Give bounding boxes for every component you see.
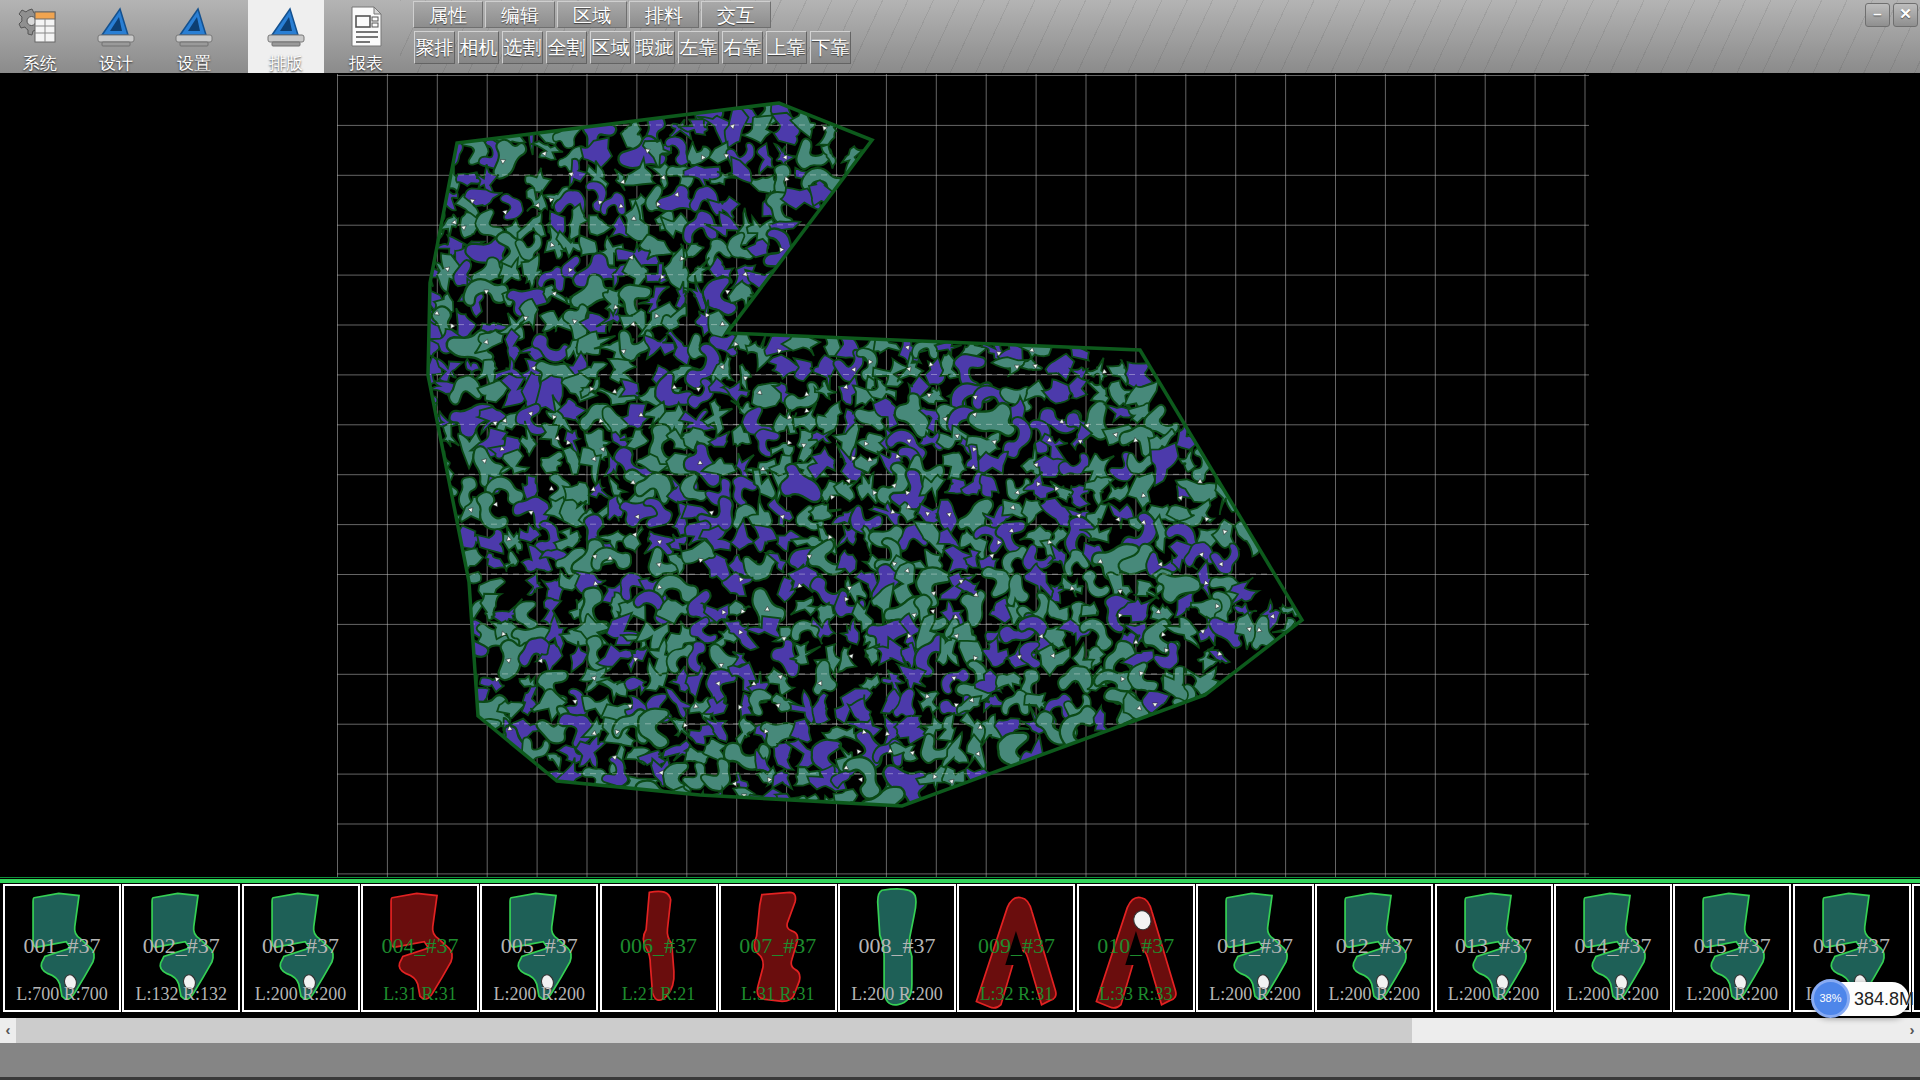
piece-lr-label: L:700 R:700 — [5, 984, 119, 1005]
strip-divider-dark — [0, 877, 1920, 878]
piece-thumbnail-011_#37[interactable]: 011_#37 L:200 R:200 — [1196, 884, 1314, 1012]
piece-id-label: 011_#37 — [1198, 933, 1312, 959]
action-button-9[interactable]: 下靠 — [810, 31, 851, 64]
piece-id-label: 009_#37 — [959, 933, 1073, 959]
menu-tab-3[interactable]: 排料 — [629, 1, 699, 28]
piece-lr-label: L:200 R:200 — [1437, 984, 1551, 1005]
scroll-right-arrow[interactable]: › — [1904, 1018, 1920, 1043]
titlebar: 系统 设计 设置 排版 报表 属性编辑区域排料交互 聚排相机选割全割区域 — [0, 0, 1920, 73]
piece-thumbnail-004_#37[interactable]: 004_#37 L:31 R:31 — [361, 884, 479, 1012]
app-button-label: 报表 — [334, 52, 398, 75]
piece-id-label: 006_#37 — [602, 933, 716, 959]
piece-id-label: 015_#37 — [1675, 933, 1789, 959]
piece-lr-label: L:31 R:31 — [363, 984, 477, 1005]
piece-thumbnail-013_#37[interactable]: 013_#37 L:200 R:200 — [1435, 884, 1553, 1012]
system-gear-icon — [17, 4, 63, 50]
window-controls: – ✕ — [1865, 3, 1918, 27]
app-button-system[interactable]: 系统 — [8, 0, 72, 73]
action-buttons: 聚排相机选割全割区域瑕疵左靠右靠上靠下靠 — [414, 31, 851, 65]
piece-lr-label: L:21 R:21 — [602, 984, 716, 1005]
piece-lr-label: L:200 R:200 — [1556, 984, 1670, 1005]
piece-lr-label: L:32 R:31 — [959, 984, 1073, 1005]
progress-circle: 38% — [1811, 979, 1850, 1018]
piece-id-label: 010_#37 — [1079, 933, 1193, 959]
app-button-label: 排版 — [248, 52, 324, 75]
piece-lr-label: L:200 R:200 — [840, 984, 954, 1005]
piece-id-label: 001_#37 — [5, 933, 119, 959]
piece-thumbnail-007_#37[interactable]: 007_#37 L:31 R:31 — [719, 884, 837, 1012]
menu-tabs: 属性编辑区域排料交互 — [413, 1, 771, 29]
strip-divider-green — [0, 879, 1920, 883]
status-bar — [0, 1043, 1920, 1080]
minimize-button[interactable]: – — [1865, 3, 1890, 27]
piece-lr-label: L:33 R:33 — [1079, 984, 1193, 1005]
piece-lr-label: L:200 R:200 — [1914, 984, 1920, 1005]
action-button-3[interactable]: 全割 — [546, 31, 587, 64]
nest-drawing — [337, 74, 1589, 877]
piece-id-label: 012_#37 — [1317, 933, 1431, 959]
action-button-4[interactable]: 区域 — [590, 31, 631, 64]
piece-lr-label: L:200 R:200 — [244, 984, 358, 1005]
piece-id-label: 004_#37 — [363, 933, 477, 959]
action-button-2[interactable]: 选割 — [502, 31, 543, 64]
piece-thumbnail-005_#37[interactable]: 005_#37 L:200 R:200 — [480, 884, 598, 1012]
piece-thumbnail-010_#37[interactable]: 010_#37 L:33 R:33 — [1077, 884, 1195, 1012]
piece-thumbnail-014_#37[interactable]: 014_#37 L:200 R:200 — [1554, 884, 1672, 1012]
report-doc-icon — [343, 4, 389, 50]
piece-thumbnail-008_#37[interactable]: 008_#37 L:200 R:200 — [838, 884, 956, 1012]
action-button-8[interactable]: 上靠 — [766, 31, 807, 64]
memory-badge: 38% 384.8M — [1812, 982, 1909, 1016]
app-button-report[interactable]: 报表 — [334, 0, 398, 73]
piece-lr-label: L:200 R:200 — [1675, 984, 1789, 1005]
app-button-layout[interactable]: 排版 — [248, 0, 324, 73]
scroll-left-arrow[interactable]: ‹ — [0, 1018, 16, 1043]
horizontal-scrollbar[interactable]: ‹ › — [0, 1018, 1920, 1043]
piece-id-label: 016_#37 — [1795, 933, 1909, 959]
piece-id-label: 014_#37 — [1556, 933, 1670, 959]
piece-id-label: 002_#37 — [124, 933, 238, 959]
piece-lr-label: L:200 R:200 — [1198, 984, 1312, 1005]
app-button-label: 设计 — [84, 52, 148, 75]
action-button-0[interactable]: 聚排 — [414, 31, 455, 64]
app-button-settings[interactable]: 设置 — [162, 0, 226, 73]
action-button-6[interactable]: 左靠 — [678, 31, 719, 64]
menu-tab-0[interactable]: 属性 — [413, 1, 483, 28]
action-button-5[interactable]: 瑕疵 — [634, 31, 675, 64]
piece-thumbnail-006_#37[interactable]: 006_#37 L:21 R:21 — [600, 884, 718, 1012]
piece-thumbnail-012_#37[interactable]: 012_#37 L:200 R:200 — [1315, 884, 1433, 1012]
close-button[interactable]: ✕ — [1893, 3, 1918, 27]
piece-id-label: 008_#37 — [840, 933, 954, 959]
piece-lr-label: L:132 R:132 — [124, 984, 238, 1005]
piece-id-label: 017_#37 — [1914, 933, 1920, 959]
action-button-7[interactable]: 右靠 — [722, 31, 763, 64]
menu-tab-1[interactable]: 编辑 — [485, 1, 555, 28]
piece-id-label: 005_#37 — [482, 933, 596, 959]
menu-tab-2[interactable]: 区域 — [557, 1, 627, 28]
piece-id-label: 007_#37 — [721, 933, 835, 959]
piece-lr-label: L:31 R:31 — [721, 984, 835, 1005]
piece-thumbnail-001_#37[interactable]: 001_#37 L:700 R:700 — [3, 884, 121, 1012]
triangle-ruler-icon — [263, 4, 309, 50]
scrollbar-thumb[interactable] — [16, 1018, 1412, 1043]
piece-thumbnail-003_#37[interactable]: 003_#37 L:200 R:200 — [242, 884, 360, 1012]
application-window: 系统 设计 设置 排版 报表 属性编辑区域排料交互 聚排相机选割全割区域 — [0, 0, 1920, 1080]
piece-thumbnail-009_#37[interactable]: 009_#37 L:32 R:31 — [957, 884, 1075, 1012]
app-button-label: 系统 — [8, 52, 72, 75]
app-button-label: 设置 — [162, 52, 226, 75]
piece-id-label: 013_#37 — [1437, 933, 1551, 959]
piece-thumbnail-002_#37[interactable]: 002_#37 L:132 R:132 — [122, 884, 240, 1012]
action-button-1[interactable]: 相机 — [458, 31, 499, 64]
memory-size-label: 384.8M — [1854, 982, 1914, 1016]
triangle-ruler-icon — [171, 4, 217, 50]
app-button-design[interactable]: 设计 — [84, 0, 148, 73]
triangle-ruler-icon — [93, 4, 139, 50]
nest-canvas[interactable] — [0, 73, 1920, 877]
piece-list: 001_#37 L:700 R:700 002_#37 L:132 R:132 00… — [0, 884, 1920, 1016]
menu-tab-4[interactable]: 交互 — [701, 1, 771, 28]
piece-thumbnail-015_#37[interactable]: 015_#37 L:200 R:200 — [1673, 884, 1791, 1012]
piece-lr-label: L:200 R:200 — [1317, 984, 1431, 1005]
piece-id-label: 003_#37 — [244, 933, 358, 959]
piece-lr-label: L:200 R:200 — [482, 984, 596, 1005]
